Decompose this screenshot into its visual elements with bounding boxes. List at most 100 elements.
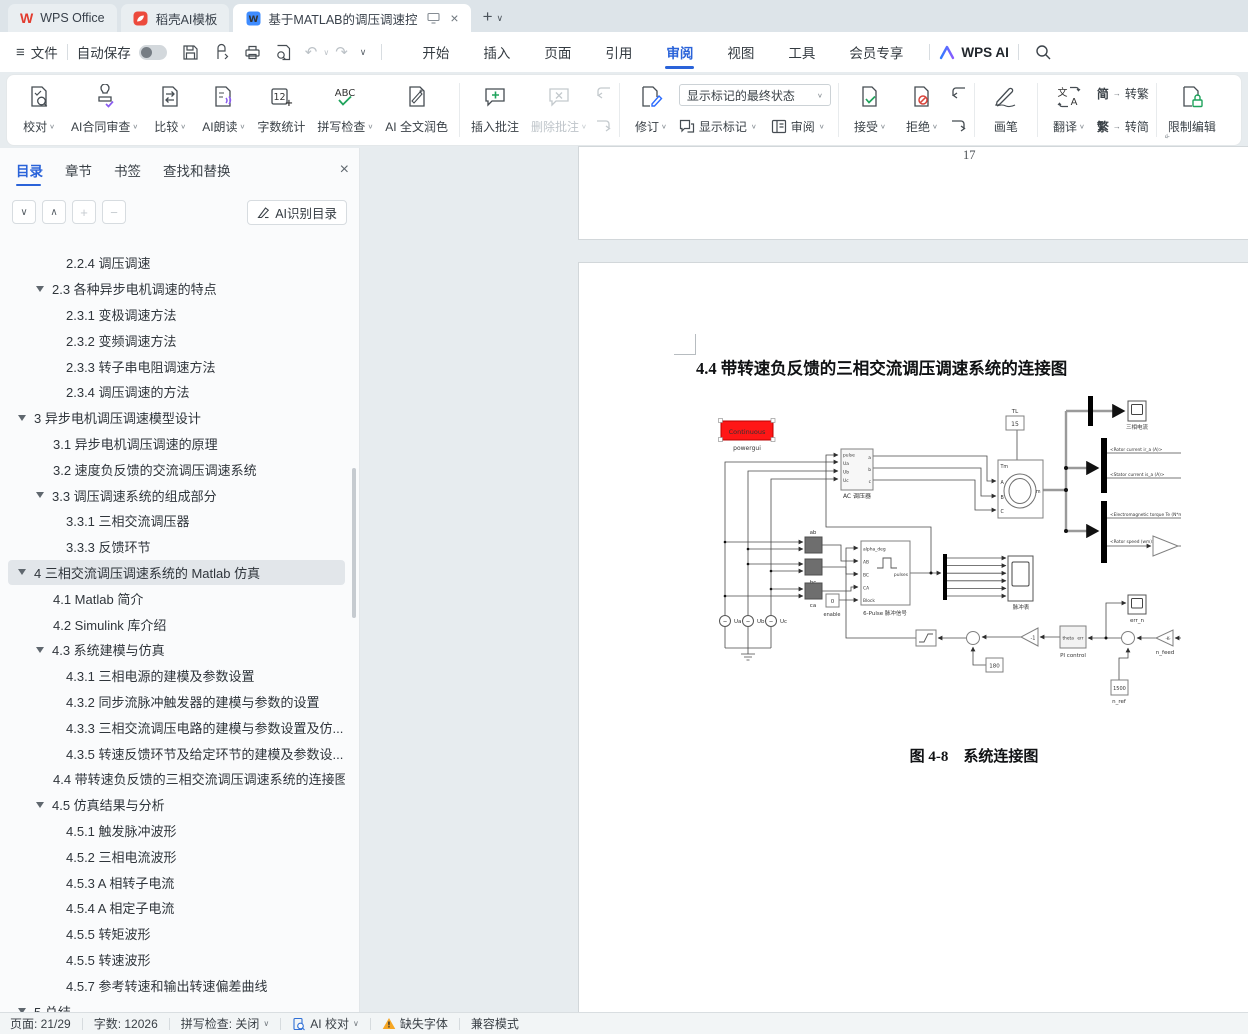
menu-tab-4[interactable]: 引用 <box>588 32 649 72</box>
toc-item[interactable]: 2.2.4 调压调速 <box>8 250 345 276</box>
ai-proofread-status[interactable]: AI 校对 ∨ <box>292 1015 359 1032</box>
app-tab-wps-office[interactable]: W WPS Office <box>8 4 117 32</box>
zoom-in-level-button[interactable]: + <box>72 200 96 224</box>
collapse-all-button[interactable]: ∧ <box>42 200 66 224</box>
ink-brush-button[interactable]: 画笔 <box>980 79 1032 141</box>
previous-comment-button[interactable] <box>595 84 612 102</box>
toc-item[interactable]: 4.4 带转速负反馈的三相交流调压调速系统的连接图 <box>8 766 345 792</box>
toc-item[interactable]: 4.3.5 转速反馈环节及给定环节的建模及参数设... <box>8 740 345 766</box>
menu-tab-5[interactable]: 审阅 <box>649 32 710 72</box>
ai-detect-toc-button[interactable]: AI识别目录 <box>247 200 347 225</box>
tab-toc[interactable]: 目录 <box>16 160 43 180</box>
tab-chapters[interactable]: 章节 <box>65 160 92 180</box>
menu-tab-3[interactable]: 页面 <box>527 32 588 72</box>
undo-icon[interactable]: ↶ <box>305 43 318 61</box>
word-count-button[interactable]: 12+ 字数统计 <box>251 79 311 141</box>
toc-item[interactable]: 4 三相交流调压调速系统的 Matlab 仿真 <box>8 560 345 586</box>
close-tab-icon[interactable]: × <box>450 10 458 26</box>
translate-button[interactable]: 文A 翻译∨ <box>1043 79 1095 141</box>
spellcheck-status[interactable]: 拼写检查: 关闭 ∨ <box>181 1015 270 1032</box>
track-changes-button[interactable]: 修订∨ <box>625 79 677 141</box>
redo-icon[interactable]: ↷ <box>335 43 348 61</box>
toc-item[interactable]: 3.3.1 三相交流调压器 <box>8 508 345 534</box>
missing-font-warning[interactable]: ! 缺失字体 <box>382 1015 448 1032</box>
collapse-triangle-icon[interactable] <box>36 492 44 498</box>
menu-tab-2[interactable]: 插入 <box>466 32 527 72</box>
toc-item[interactable]: 4.5.1 触发脉冲波形 <box>8 818 345 844</box>
compare-button[interactable]: 比较∨ <box>144 79 196 141</box>
autosave-toggle[interactable] <box>139 45 167 60</box>
toc-item[interactable]: 3.2 速度负反馈的交流调压调速系统 <box>8 456 345 482</box>
print-preview-icon[interactable] <box>274 43 293 62</box>
toc-item[interactable]: 2.3.4 调压调速的方法 <box>8 379 345 405</box>
markup-state-select[interactable]: 显示标记的最终状态 ∨ <box>679 84 831 106</box>
toc-item[interactable]: 5 总结 <box>8 998 345 1012</box>
new-tab-button[interactable]: + <box>483 7 493 27</box>
word-count-indicator[interactable]: 字数: 12026 <box>94 1015 158 1032</box>
accept-change-button[interactable]: 接受∨ <box>844 79 896 141</box>
simplified-to-traditional-button[interactable]: 简→ 转繁 <box>1097 84 1149 102</box>
toc-item[interactable]: 4.5.7 参考转速和输出转速偏差曲线 <box>8 972 345 998</box>
toc-item[interactable]: 4.3.2 同步流脉冲触发器的建模与参数的设置 <box>8 689 345 715</box>
toc-item[interactable]: 2.3.2 变频调速方法 <box>8 327 345 353</box>
tab-list-chevron-icon[interactable]: ∨ <box>497 13 504 24</box>
traditional-to-simplified-button[interactable]: 繁→ 转简 <box>1097 117 1149 135</box>
monitor-icon[interactable] <box>425 10 441 26</box>
ai-read-aloud-button[interactable]: AI朗读∨ <box>196 79 251 141</box>
collapse-triangle-icon[interactable] <box>36 647 44 653</box>
toc-item[interactable]: 4.5.5 转速波形 <box>8 947 345 973</box>
restrict-editing-button[interactable]: 限制编辑 <box>1162 79 1222 141</box>
toc-item[interactable]: 2.3 各种异步电机调速的特点 <box>8 276 345 302</box>
toc-item[interactable]: 3.3 调压调速系统的组成部分 <box>8 482 345 508</box>
previous-page[interactable]: 17 <box>578 146 1248 240</box>
app-tab-docer[interactable]: 稻壳AI模板 <box>121 4 230 32</box>
review-pane-button[interactable]: 审阅∨ <box>771 117 825 135</box>
menu-tab-6[interactable]: 视图 <box>710 32 771 72</box>
previous-change-button[interactable] <box>950 84 967 102</box>
document-tab[interactable]: W 基于MATLAB的调压调速控制 × <box>233 4 470 32</box>
print-icon[interactable] <box>243 43 262 62</box>
toc-item[interactable]: 4.3.3 三相交流调压电路的建模与参数设置及仿... <box>8 714 345 740</box>
toc-item[interactable]: 4.5.4 A 相定子电流 <box>8 895 345 921</box>
tab-bookmarks[interactable]: 书签 <box>114 160 141 180</box>
collapse-triangle-icon[interactable] <box>36 802 44 808</box>
menu-tab-8[interactable]: 会员专享 <box>832 32 920 72</box>
page-indicator[interactable]: 页面: 21/29 <box>10 1015 71 1032</box>
save-icon[interactable] <box>181 43 200 62</box>
proofread-button[interactable]: 校对∨ <box>13 79 65 141</box>
zoom-out-level-button[interactable]: − <box>102 200 126 224</box>
next-comment-button[interactable] <box>595 117 612 135</box>
toc-item[interactable]: 4.2 Simulink 库介绍 <box>8 611 345 637</box>
wps-ai-button[interactable]: WPS AI <box>939 45 1009 60</box>
collapse-triangle-icon[interactable] <box>18 569 26 575</box>
tab-find-replace[interactable]: 查找和替换 <box>163 160 231 180</box>
file-menu[interactable]: 文件 <box>31 42 58 62</box>
close-panel-icon[interactable]: × <box>340 161 349 179</box>
reject-change-button[interactable]: 拒绝∨ <box>896 79 948 141</box>
toc-item[interactable]: 4.3.1 三相电源的建模及参数设置 <box>8 663 345 689</box>
toc-item[interactable]: 4.5 仿真结果与分析 <box>8 792 345 818</box>
main-menu-hamburger-icon[interactable]: ≡ <box>16 44 25 61</box>
more-tools-chevron-icon[interactable]: ∨ <box>360 47 367 58</box>
toc-item[interactable]: 4.5.2 三相电流波形 <box>8 843 345 869</box>
collapse-triangle-icon[interactable] <box>36 286 44 292</box>
toc-item[interactable]: 3.1 异步电机调压调速的原理 <box>8 431 345 457</box>
toc-item[interactable]: 4.5.3 A 相转子电流 <box>8 869 345 895</box>
toc-scrollbar-thumb[interactable] <box>352 468 356 618</box>
show-markup-button[interactable]: 显示标记∨ <box>679 117 757 135</box>
toc-item[interactable]: 2.3.3 转子串电阻调速方法 <box>8 353 345 379</box>
compatibility-mode-indicator[interactable]: 兼容模式 <box>471 1015 519 1032</box>
toc-item[interactable]: 3.3.3 反馈环节 <box>8 534 345 560</box>
current-page[interactable]: 4.4 带转速负反馈的三相交流调压调速系统的连接图 <box>578 262 1248 1014</box>
toc-item[interactable]: 4.1 Matlab 简介 <box>8 585 345 611</box>
ai-polish-button[interactable]: AI 全文润色 <box>379 79 454 141</box>
spell-check-button[interactable]: ABC 拼写检查∨ <box>311 79 379 141</box>
menu-tab-1[interactable]: 开始 <box>405 32 466 72</box>
ai-contract-review-button[interactable]: AI合同审查∨ <box>65 79 144 141</box>
delete-comment-button[interactable]: 删除批注∨ <box>525 79 593 141</box>
export-icon[interactable] <box>212 43 231 62</box>
search-icon[interactable] <box>1034 43 1052 61</box>
next-change-button[interactable] <box>950 117 967 135</box>
undo-chevron-icon[interactable]: ∨ <box>323 48 329 57</box>
collapse-triangle-icon[interactable] <box>18 415 26 421</box>
